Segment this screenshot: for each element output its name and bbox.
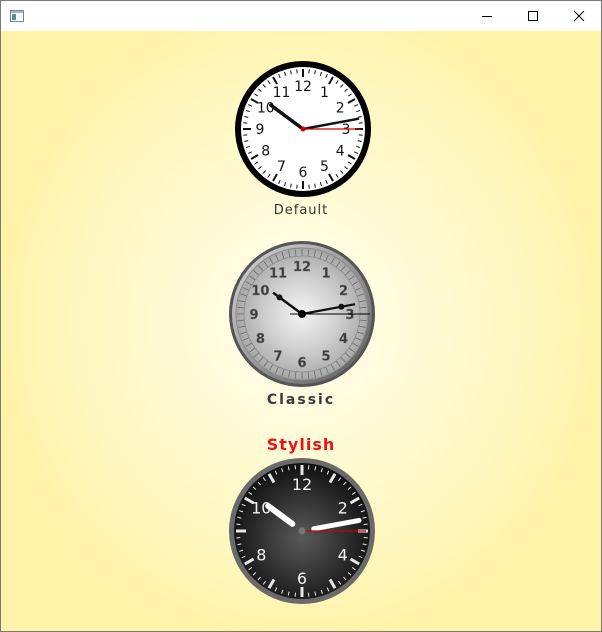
- classic-clock-numeral: 11: [269, 266, 287, 281]
- default-clock-numeral: 1: [320, 85, 329, 101]
- minimize-button[interactable]: [464, 1, 510, 31]
- default-clock-numeral: 7: [277, 159, 286, 175]
- default-clock-numeral: 8: [261, 144, 270, 160]
- default-clock-numeral: 10: [257, 101, 275, 117]
- default-clock-numeral: 4: [336, 144, 345, 160]
- title-bar[interactable]: [1, 1, 601, 31]
- default-clock-numeral: 11: [273, 85, 291, 101]
- classic-clock-numeral: 4: [339, 332, 348, 347]
- default-clock-numeral: 6: [299, 165, 308, 181]
- default-clock-pivot: [300, 126, 306, 132]
- classic-clock-numeral: 10: [251, 284, 269, 299]
- classic-clock-label: Classic: [266, 392, 336, 408]
- close-button[interactable]: [556, 1, 601, 31]
- classic-clock-numeral: 12: [293, 260, 311, 275]
- stylish-clock-numeral: 2: [338, 499, 348, 518]
- classic-clock-numeral: 1: [321, 266, 330, 281]
- default-clock-numeral: 12: [294, 79, 312, 95]
- default-clock: 12 12 3 45678 9 1011: [235, 61, 371, 197]
- maximize-icon: [528, 11, 538, 21]
- classic-clock-numeral: 7: [273, 350, 282, 365]
- stylish-clock-numeral: 6: [297, 569, 307, 588]
- classic-clock: 12 12 3 45678 9 1011: [229, 241, 375, 387]
- stylish-clock-numeral: 12: [292, 475, 312, 494]
- maximize-button[interactable]: [510, 1, 556, 31]
- default-clock-numeral: 2: [336, 101, 345, 117]
- default-clock-numeral: 3: [342, 122, 351, 138]
- classic-clock-hour-hand-bulb: [276, 294, 283, 301]
- default-clock-label: Default: [273, 203, 329, 218]
- client-area: 12 1 2 3 4 5 6 7 8 9 10 11 Default 12 1 2 3 4 5 6 7 8 9 10 11 …: [1, 31, 601, 631]
- classic-clock-numeral: 3: [345, 308, 354, 323]
- stylish-clock: 12246810: [229, 458, 375, 604]
- close-icon: [573, 10, 585, 22]
- stylish-clock-label: Stylish: [266, 435, 336, 454]
- minimize-icon: [482, 16, 492, 17]
- app-icon: [10, 10, 24, 22]
- stylish-clock-numeral: 8: [256, 546, 266, 565]
- classic-clock-numeral: 6: [297, 356, 306, 371]
- classic-clock-numeral: 8: [256, 332, 265, 347]
- app-window: 12 1 2 3 4 5 6 7 8 9 10 11 Default 12 1 2 3 4 5 6 7 8 9 10 11 …: [0, 0, 602, 632]
- classic-clock-minute-hand-bulb: [338, 303, 345, 310]
- classic-clock-numeral: 9: [249, 308, 258, 323]
- classic-clock-numeral: 5: [321, 350, 330, 365]
- classic-clock-pivot: [298, 310, 306, 318]
- classic-clock-numeral: 2: [339, 284, 348, 299]
- stylish-clock-pivot: [298, 527, 306, 535]
- stylish-clock-numeral: 4: [338, 546, 348, 565]
- default-clock-numeral: 9: [256, 122, 265, 138]
- default-clock-numeral: 5: [320, 159, 329, 175]
